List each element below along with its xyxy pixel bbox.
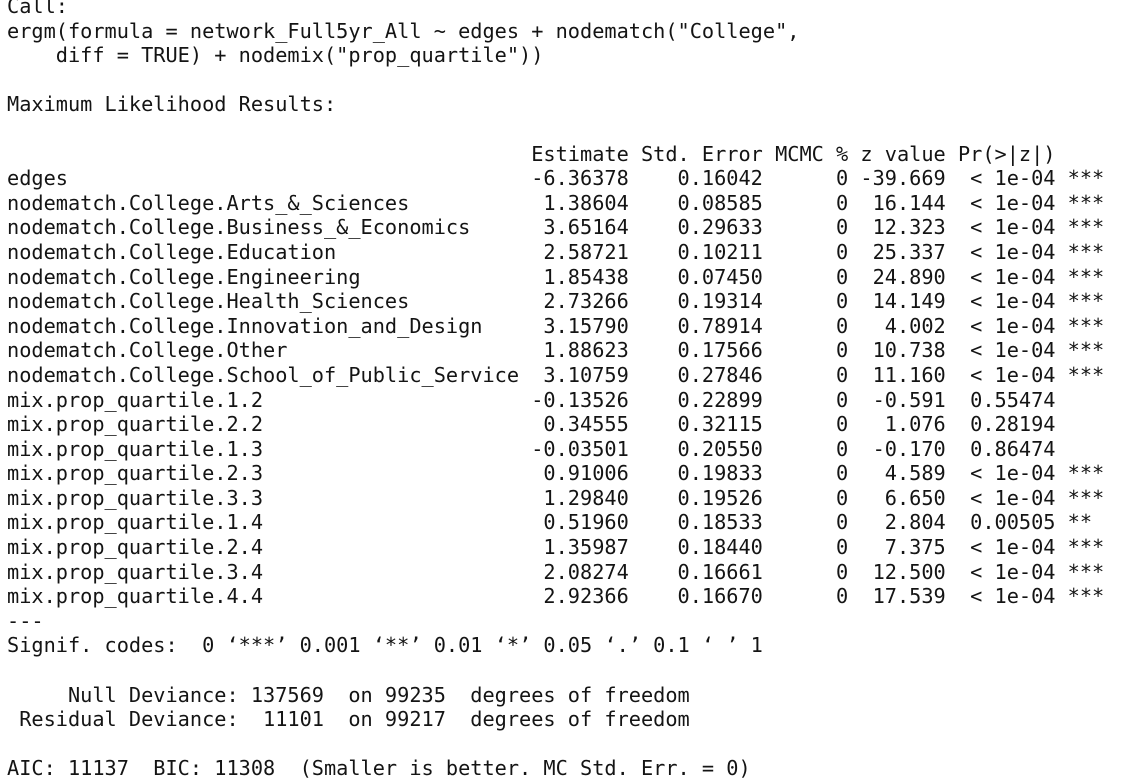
coef-row-mix-2-3: mix.prop_quartile.2.3 0.91006 0.19833 0 … bbox=[7, 461, 1105, 486]
call-header: Call: bbox=[7, 0, 68, 18]
residual-deviance: Residual Deviance: 11101 on 99217 degree… bbox=[7, 707, 690, 732]
coef-row-mix-4-4: mix.prop_quartile.4.4 2.92366 0.16670 0 … bbox=[7, 584, 1105, 609]
coef-row-mix-3-3: mix.prop_quartile.3.3 1.29840 0.19526 0 … bbox=[7, 485, 1105, 510]
coef-row-edges: edges -6.36378 0.16042 0 -39.669 < 1e-04… bbox=[7, 166, 1105, 191]
null-deviance: Null Deviance: 137569 on 99235 degrees o… bbox=[7, 682, 690, 707]
coef-row-mix-1-4: mix.prop_quartile.1.4 0.51960 0.18533 0 … bbox=[7, 510, 1105, 535]
coef-row-business-economics: nodematch.College.Business_&_Economics 3… bbox=[7, 215, 1105, 240]
coef-row-mix-1-2: mix.prop_quartile.1.2 -0.13526 0.22899 0… bbox=[7, 387, 1105, 412]
call-formula-line-2: diff = TRUE) + nodemix("prop_quartile")) bbox=[7, 43, 544, 68]
coef-row-mix-1-3: mix.prop_quartile.1.3 -0.03501 0.20550 0… bbox=[7, 436, 1105, 461]
coef-row-education: nodematch.College.Education 2.58721 0.10… bbox=[7, 239, 1105, 264]
coef-row-mix-3-4: mix.prop_quartile.3.4 2.08274 0.16661 0 … bbox=[7, 559, 1105, 584]
coef-row-engineering: nodematch.College.Engineering 1.85438 0.… bbox=[7, 264, 1105, 289]
coef-row-other: nodematch.College.Other 1.88623 0.17566 … bbox=[7, 338, 1105, 363]
table-separator: --- bbox=[7, 608, 44, 633]
coef-row-health-sciences: nodematch.College.Health_Sciences 2.7326… bbox=[7, 289, 1105, 314]
coef-row-mix-2-2: mix.prop_quartile.2.2 0.34555 0.32115 0 … bbox=[7, 412, 1105, 437]
results-heading: Maximum Likelihood Results: bbox=[7, 92, 337, 117]
coef-row-public-service: nodematch.College.School_of_Public_Servi… bbox=[7, 362, 1105, 387]
coef-row-arts-sciences: nodematch.College.Arts_&_Sciences 1.3860… bbox=[7, 190, 1105, 215]
coef-row-mix-2-4: mix.prop_quartile.2.4 1.35987 0.18440 0 … bbox=[7, 535, 1105, 560]
signif-codes: Signif. codes: 0 ‘***’ 0.001 ‘**’ 0.01 ‘… bbox=[7, 633, 763, 658]
aic-bic-line: AIC: 11137 BIC: 11308 (Smaller is better… bbox=[7, 756, 751, 781]
coef-row-innovation-design: nodematch.College.Innovation_and_Design … bbox=[7, 313, 1105, 338]
r-console-output: Call: ergm(formula = network_Full5yr_All… bbox=[7, 0, 1127, 784]
call-formula-line-1: ergm(formula = network_Full5yr_All ~ edg… bbox=[7, 18, 800, 43]
coef-table-header: Estimate Std. Error MCMC % z value Pr(>|… bbox=[7, 141, 1105, 166]
